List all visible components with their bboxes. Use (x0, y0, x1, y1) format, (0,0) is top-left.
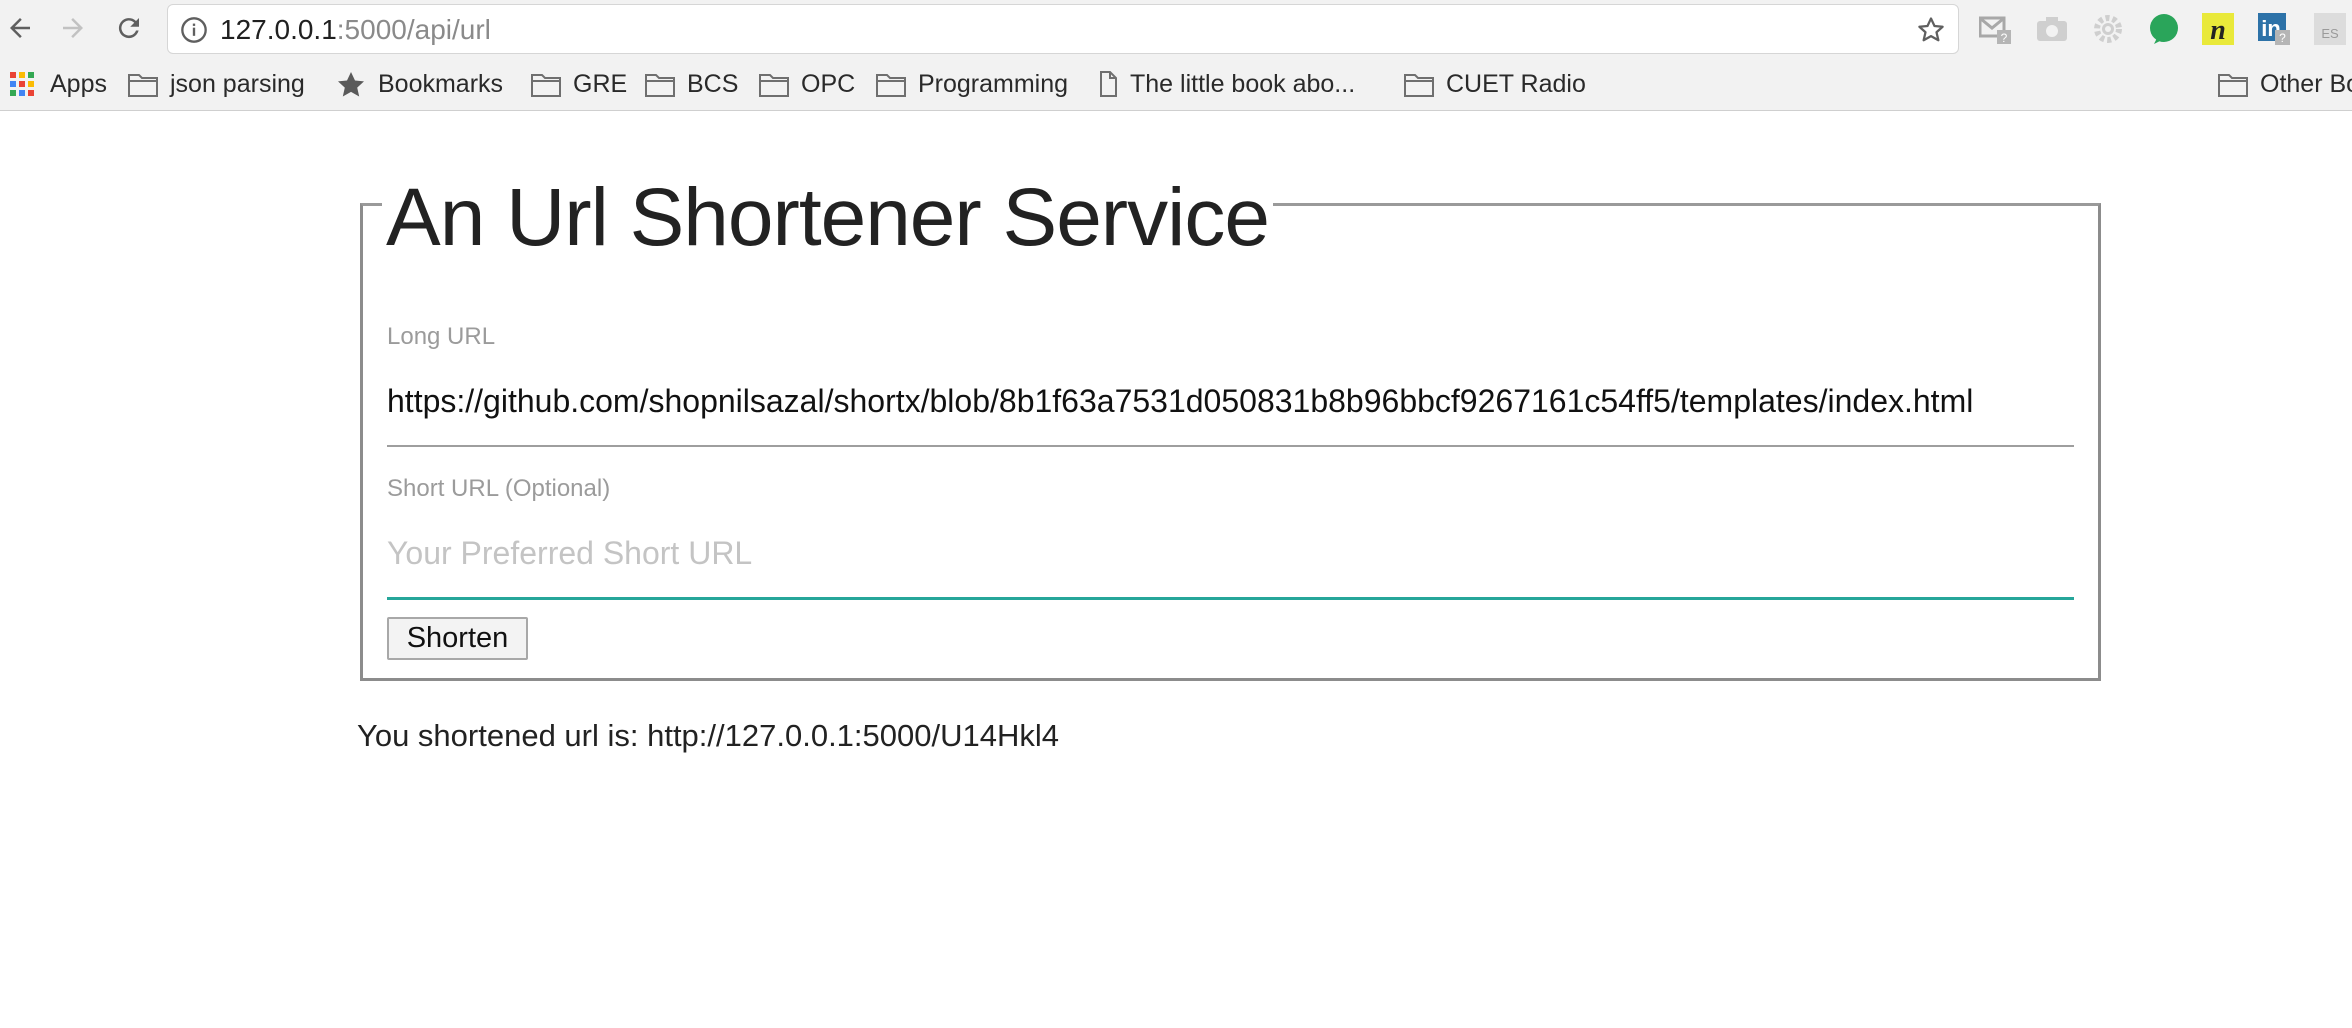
bookmark-label: json parsing (170, 69, 305, 98)
bookmark-json-parsing[interactable]: json parsing (128, 68, 305, 100)
address-bar[interactable]: 127.0.0.1:5000/api/url (167, 4, 1959, 54)
folder-icon (2218, 71, 2248, 97)
page-icon (1098, 71, 1118, 97)
linkedin-icon[interactable]: in? (2257, 12, 2291, 46)
camera-icon[interactable] (2035, 12, 2069, 46)
es-extension-icon[interactable]: ES (2313, 12, 2347, 46)
gmail-icon[interactable]: ? (1978, 12, 2013, 46)
forward-button[interactable] (55, 10, 91, 46)
shortener-form (360, 203, 2101, 681)
back-button[interactable] (2, 10, 38, 46)
short-url-label: Short URL (Optional) (387, 475, 611, 502)
gear-icon[interactable] (2091, 12, 2125, 46)
folder-icon (128, 71, 158, 97)
back-arrow-icon (10, 18, 30, 38)
forward-arrow-icon (63, 18, 83, 38)
folder-icon (1404, 71, 1434, 97)
bookmark-apps[interactable]: Apps (8, 68, 107, 100)
browser-toolbar: 127.0.0.1:5000/api/url ? n in? ES (0, 0, 2352, 58)
bookmark-programming[interactable]: Programming (876, 68, 1068, 100)
reload-icon (118, 18, 139, 39)
page-title: An Url Shortener Service (382, 168, 1273, 268)
url-host: 127.0.0.1 (220, 14, 337, 45)
bookmark-bookmarks[interactable]: Bookmarks (336, 68, 503, 100)
bookmark-opc[interactable]: OPC (759, 68, 855, 100)
bookmark-star-icon[interactable] (1916, 15, 1946, 45)
bookmark-label: BCS (687, 69, 739, 98)
bookmark-label: The little book abo... (1130, 69, 1356, 98)
short-url-input[interactable] (387, 518, 2074, 588)
bookmark-little-book[interactable]: The little book abo... (1098, 68, 1355, 100)
url-text[interactable]: 127.0.0.1:5000/api/url (220, 15, 491, 45)
bookmark-bcs[interactable]: BCS (645, 68, 738, 100)
long-url-input[interactable] (387, 366, 2074, 436)
bookmark-gre[interactable]: GRE (531, 68, 627, 100)
bookmark-label: Other Bo (2260, 69, 2352, 98)
bookmark-label: Bookmarks (378, 69, 504, 98)
reload-button[interactable] (111, 10, 147, 46)
info-icon[interactable] (180, 16, 208, 44)
svg-text:ES: ES (2321, 26, 2339, 41)
bookmark-label: Programming (918, 69, 1069, 98)
folder-icon (645, 71, 675, 97)
svg-text:n: n (2210, 15, 2226, 46)
bookmark-label: OPC (801, 69, 856, 98)
url-path: :5000/api/url (336, 14, 491, 45)
shorten-button[interactable]: Shorten (387, 617, 528, 660)
short-url-underline (387, 597, 2074, 600)
folder-icon (759, 71, 789, 97)
green-circle-icon[interactable] (2147, 12, 2181, 46)
star-icon (336, 71, 366, 97)
long-url-label: Long URL (387, 323, 496, 350)
bookmark-cuet-radio[interactable]: CUET Radio (1404, 68, 1586, 100)
bookmarks-bar: Apps json parsing Bookmarks GRE BCS OPC … (0, 58, 2352, 111)
bookmark-label: CUET Radio (1446, 69, 1586, 98)
folder-icon (531, 71, 561, 97)
svg-text:?: ? (2001, 31, 2008, 45)
bookmark-label: GRE (573, 69, 628, 98)
bookmark-other[interactable]: Other Bo (2218, 68, 2352, 100)
svg-text:?: ? (2279, 31, 2286, 45)
bookmark-label: Apps (50, 69, 107, 98)
folder-icon (876, 71, 906, 97)
result-text: You shortened url is: http://127.0.0.1:5… (357, 718, 1059, 753)
long-url-underline (387, 445, 2074, 447)
apps-grid-icon (8, 71, 38, 97)
n-extension-icon[interactable]: n (2201, 12, 2235, 46)
